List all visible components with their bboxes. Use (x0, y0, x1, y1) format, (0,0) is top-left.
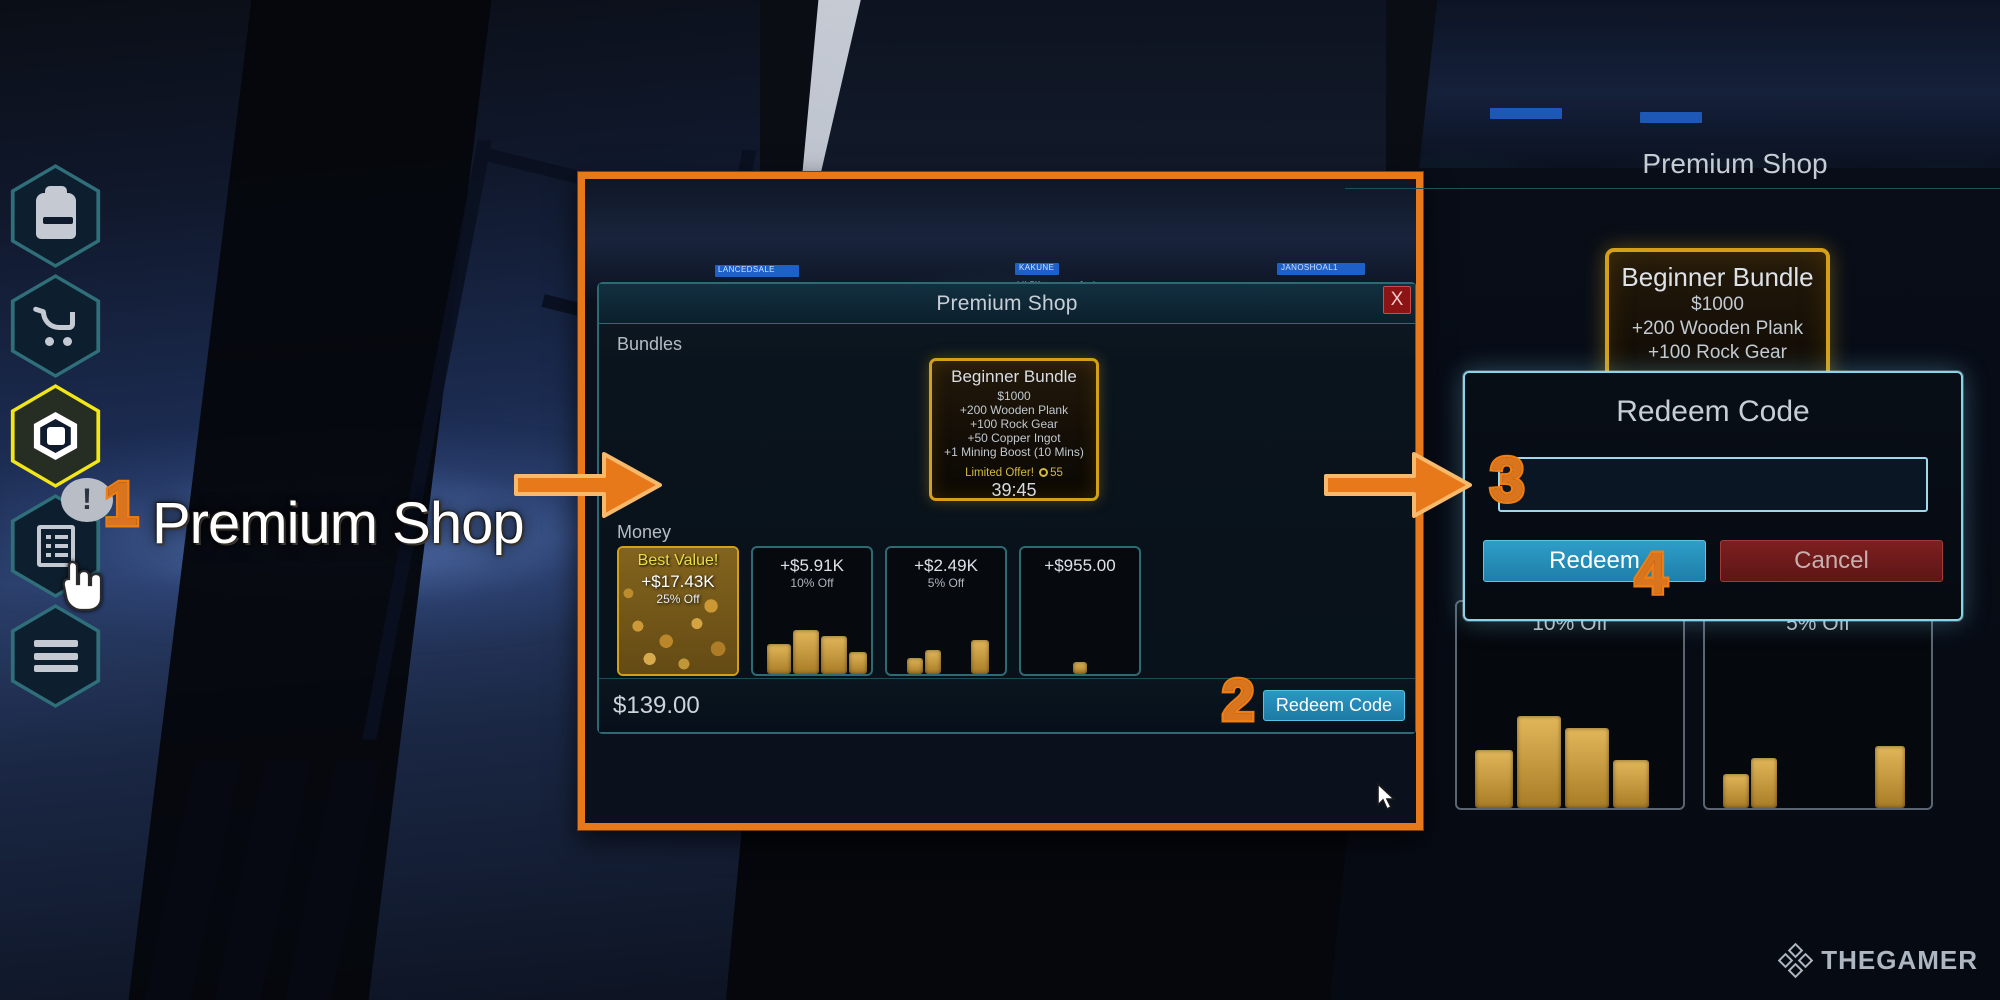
watermark-text: THEGAMER (1821, 945, 1978, 975)
page-title: Premium Shop (152, 491, 525, 556)
bundle-line: +50 Copper Ingot (967, 431, 1061, 445)
bundle-title: Beginner Bundle (951, 367, 1077, 386)
flow-arrow-2-icon (1318, 440, 1478, 530)
thegamer-logo-icon (1777, 942, 1814, 978)
limited-offer-row: Limited Offer! 55 (932, 467, 1096, 479)
money-card[interactable]: +$955.00 (1019, 546, 1141, 676)
money-amount: +$5.91K (780, 556, 844, 575)
coin-stack-image (1705, 688, 1931, 808)
backpack-icon (35, 186, 76, 239)
money-amount: +$955.00 (1044, 556, 1116, 575)
dialog-title: Redeem Code (1616, 395, 1810, 428)
sidebar-item-shop[interactable] (8, 272, 103, 380)
player-nametag-label: JANOSHOAL1 (1281, 263, 1338, 272)
robux-icon (1039, 468, 1049, 477)
bundle-line: +1 Mining Boost (10 Mins) (944, 445, 1084, 459)
money-card-best-value[interactable]: Best Value! +$17.43K 25% Off (617, 546, 739, 676)
bundle-line: +200 Wooden Plank (959, 403, 1069, 417)
game-world-backdrop: LANCEDSALE KAKUNE LILSK Jonko JANOSHOAL1 (585, 179, 1416, 299)
best-value-label: Best Value! (637, 552, 719, 569)
step-marker-3: 3 (1487, 446, 1527, 515)
bundle-line: +200 Wooden Plank (1631, 318, 1804, 339)
coin-stack-image (1457, 688, 1683, 808)
offer-price: 55 (1050, 467, 1063, 479)
offer-countdown-timer: 39:45 (991, 480, 1037, 500)
bundle-line: $1000 (1691, 294, 1744, 315)
money-card[interactable]: 5% Off (1703, 600, 1933, 810)
coin-stack-image (1021, 612, 1139, 674)
player-nametag (1490, 108, 1562, 119)
redeem-code-button[interactable]: Redeem Code (1262, 690, 1405, 721)
redeem-button[interactable]: Redeem (1483, 540, 1706, 582)
bundle-line: $1000 (997, 389, 1031, 403)
bundle-line: +100 Rock Gear (970, 417, 1058, 431)
money-amount: +$17.43K (641, 572, 715, 591)
sidebar-item-backpack[interactable] (8, 162, 103, 270)
player-nametag (1640, 112, 1702, 123)
window-titlebar: Premium Shop X (599, 284, 1415, 324)
section-label-bundles: Bundles (617, 334, 683, 354)
center-screenshot-frame: LANCEDSALE KAKUNE LILSK Jonko JANOSHOAL1… (578, 172, 1423, 830)
player-nametag-label: KAKUNE (1019, 263, 1055, 272)
money-discount: 25% Off (656, 592, 700, 606)
thegamer-watermark: THEGAMER (1777, 942, 1978, 978)
money-card[interactable]: +$2.49K 5% Off (885, 546, 1007, 676)
right-money-card-list: 10% Off 5% Off (1455, 600, 2000, 810)
money-card-list: Best Value! +$17.43K 25% Off +$5.91K 10%… (617, 546, 1407, 676)
player-balance: $139.00 (613, 691, 700, 719)
money-amount: +$2.49K (914, 556, 978, 575)
coin-stack-image (753, 612, 871, 674)
premium-shop-window: Premium Shop X Bundles Beginner Bundle $… (597, 282, 1416, 734)
money-card[interactable]: +$5.91K 10% Off (751, 546, 873, 676)
mouse-cursor-arrow-icon (1376, 782, 1398, 811)
money-card[interactable]: 10% Off (1455, 600, 1685, 810)
redeem-code-dialog: Redeem Code Redeem Cancel (1463, 371, 1963, 621)
coin-stack-image (887, 612, 1005, 674)
step-marker-4: 4 (1632, 541, 1669, 606)
title-divider (1345, 188, 2000, 189)
money-discount: 10% Off (790, 576, 834, 590)
sidebar-item-premium-shop[interactable] (8, 382, 103, 490)
step-marker-1: 1 (101, 470, 141, 539)
money-discount: 5% Off (927, 576, 965, 590)
cart-icon (32, 306, 79, 346)
redeem-code-input[interactable] (1498, 457, 1928, 512)
shop-bottom-bar: $139.00 Redeem Code (599, 678, 1415, 732)
bundle-card-beginner[interactable]: Beginner Bundle $1000 +200 Wooden Plank … (929, 358, 1099, 501)
screenshot-stage: ! Premium Shop 1 LANCEDSALE KAKUNE JANOS… (0, 0, 2000, 1000)
bundle-title: Beginner Bundle (1621, 262, 1814, 292)
mouse-cursor-hand-icon (62, 560, 103, 612)
sidebar-item-menu[interactable] (8, 602, 103, 710)
bundle-line: +100 Rock Gear (1648, 342, 1787, 363)
limited-offer-label: Limited Offer! (965, 467, 1034, 479)
sidebar: ! (8, 162, 113, 712)
roblox-premium-icon (32, 412, 80, 460)
window-title: Premium Shop (936, 291, 1078, 315)
step-marker-2: 2 (1219, 668, 1256, 733)
right-window-title: Premium Shop (1642, 148, 1828, 179)
player-nametag-label: LANCEDSALE (718, 265, 775, 274)
close-icon[interactable]: X (1383, 286, 1411, 314)
flow-arrow-1-icon (508, 440, 668, 530)
hamburger-menu-icon (33, 640, 78, 672)
cancel-button[interactable]: Cancel (1720, 540, 1943, 582)
dialog-button-row: Redeem Cancel (1465, 512, 1961, 582)
